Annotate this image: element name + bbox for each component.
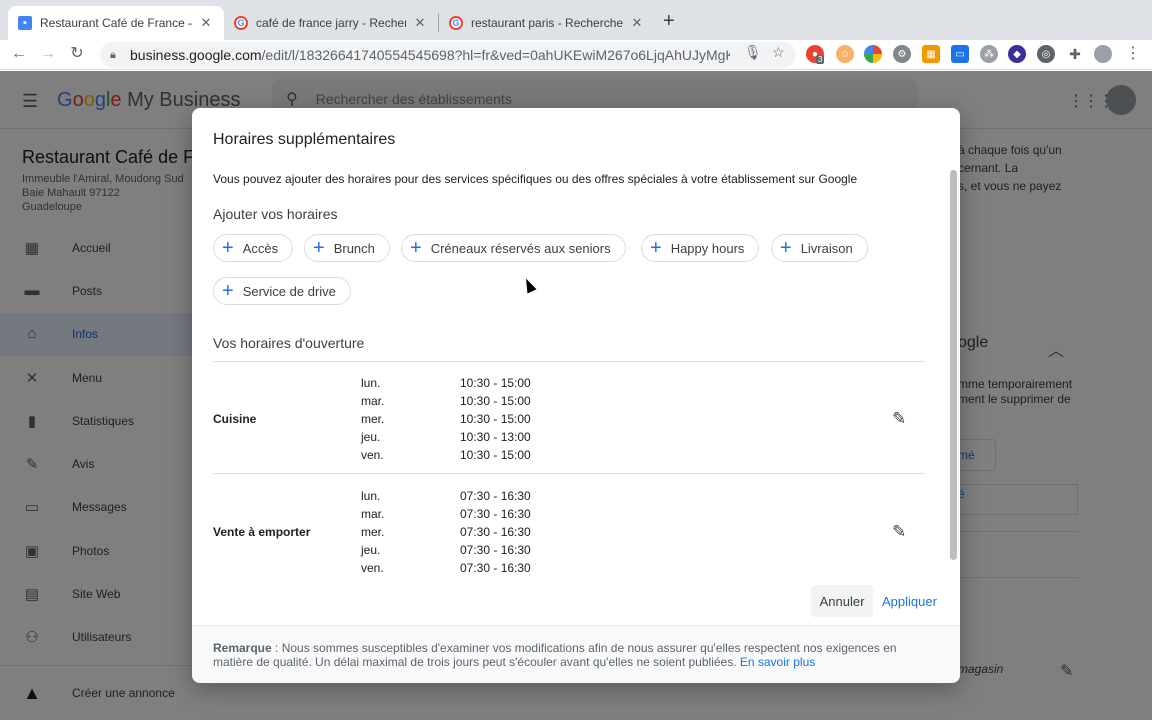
reload-icon[interactable]: ↻	[66, 43, 88, 65]
url-text: business.google.com/edit/l/1832664174055…	[130, 47, 730, 63]
chip-acces[interactable]: + Accès	[213, 234, 294, 262]
plus-icon: +	[313, 237, 325, 259]
emoji-extension-icon[interactable]: ☺	[836, 45, 854, 63]
chip-service-drive[interactable]: + Service de drive	[213, 277, 351, 305]
bookmark-star-icon[interactable]: ☆	[772, 44, 785, 61]
tab-title: restaurant paris - Recherche Go	[471, 16, 623, 30]
forward-icon[interactable]: →	[37, 43, 59, 65]
cancel-button[interactable]: Annuler	[811, 585, 873, 617]
add-hours-title: Ajouter vos horaires	[213, 206, 338, 222]
tab-title: Restaurant Café de France – Inf	[40, 16, 192, 30]
browser-tab-active[interactable]: ▪ Restaurant Café de France – Inf ✕	[8, 6, 224, 40]
close-icon[interactable]: ✕	[198, 15, 214, 31]
back-icon[interactable]: ←	[8, 43, 30, 65]
more-menu-icon[interactable]: ⋮	[1122, 43, 1144, 65]
chip-livraison[interactable]: + Livraison	[771, 234, 868, 262]
chip-happy-hours[interactable]: + Happy hours	[641, 234, 760, 262]
plus-icon: +	[222, 237, 234, 259]
chip-creneaux-seniors[interactable]: + Créneaux réservés aux seniors	[401, 234, 626, 262]
window-extension-icon[interactable]: ▭	[951, 45, 969, 63]
google-icon: G	[234, 16, 248, 30]
edit-pencil-icon[interactable]: ✎	[892, 409, 906, 429]
plus-icon: +	[650, 237, 662, 259]
dialog-scrollbar[interactable]	[950, 170, 957, 560]
color-extension-icon[interactable]	[864, 45, 882, 63]
divider	[213, 473, 925, 474]
hours-block-vente-emporter: Vente à emporter lun. 07:30 - 16:30 mar. 0…	[213, 489, 907, 575]
plus-icon: +	[780, 237, 792, 259]
address-bar[interactable]: 🔒︎ business.google.com/edit/l/1832664174…	[100, 42, 796, 68]
divider	[213, 361, 925, 362]
settings-extension-icon[interactable]: ⚙	[893, 45, 911, 63]
close-icon[interactable]: ✕	[629, 15, 645, 31]
diamond-extension-icon[interactable]: ◆	[1008, 45, 1026, 63]
network-extension-icon[interactable]: ⁂	[980, 45, 998, 63]
learn-more-link[interactable]: En savoir plus	[740, 655, 815, 669]
profile-avatar[interactable]	[1094, 45, 1112, 63]
dialog-content: Vous pouvez ajouter des horaires pour de…	[192, 168, 960, 575]
lock-icon: 🔒︎	[110, 48, 116, 61]
grid-extension-icon[interactable]: ▦	[922, 45, 940, 63]
browser-tab[interactable]: G café de france jarry - Recherche ✕	[224, 6, 438, 40]
circle-extension-icon[interactable]: ◎	[1037, 45, 1055, 63]
browser-tabstrip: ▪ Restaurant Café de France – Inf ✕ G ca…	[0, 0, 1152, 40]
google-icon: G	[449, 16, 463, 30]
browser-toolbar: ← → ↻ 🔒︎ business.google.com/edit/l/1832…	[0, 40, 1152, 70]
dialog-title: Horaires supplémentaires	[213, 131, 396, 148]
plus-icon: +	[410, 237, 422, 259]
new-tab-icon[interactable]: +	[663, 11, 675, 31]
hours-block-cuisine: Cuisine lun. 10:30 - 15:00 mar. 10:30 - 15…	[213, 376, 907, 462]
hours-name: Cuisine	[213, 412, 257, 426]
microphone-icon[interactable]: 🎙︎	[744, 44, 762, 61]
opening-hours-title: Vos horaires d'ouverture	[213, 335, 365, 351]
note-label: Remarque	[213, 641, 272, 655]
extension-badge: 3	[816, 55, 825, 64]
dialog-description: Vous pouvez ajouter des horaires pour de…	[213, 172, 858, 186]
dialog-actions: Annuler Appliquer	[192, 584, 960, 618]
puzzle-icon[interactable]: ✚	[1066, 45, 1084, 63]
gmb-icon: ▪	[18, 16, 32, 30]
hours-name: Vente à emporter	[213, 525, 311, 539]
tab-title: café de france jarry - Recherche	[256, 16, 406, 30]
dialog-note: Remarque : Nous sommes susceptibles d'ex…	[192, 625, 960, 683]
plus-icon: +	[222, 280, 234, 302]
edit-pencil-icon[interactable]: ✎	[892, 522, 906, 542]
chip-brunch[interactable]: + Brunch	[304, 234, 390, 262]
apply-button[interactable]: Appliquer	[882, 585, 937, 617]
browser-tab[interactable]: G restaurant paris - Recherche Go ✕	[439, 6, 655, 40]
close-icon[interactable]: ✕	[412, 15, 428, 31]
additional-hours-dialog: Horaires supplémentaires Vous pouvez ajo…	[192, 108, 960, 683]
